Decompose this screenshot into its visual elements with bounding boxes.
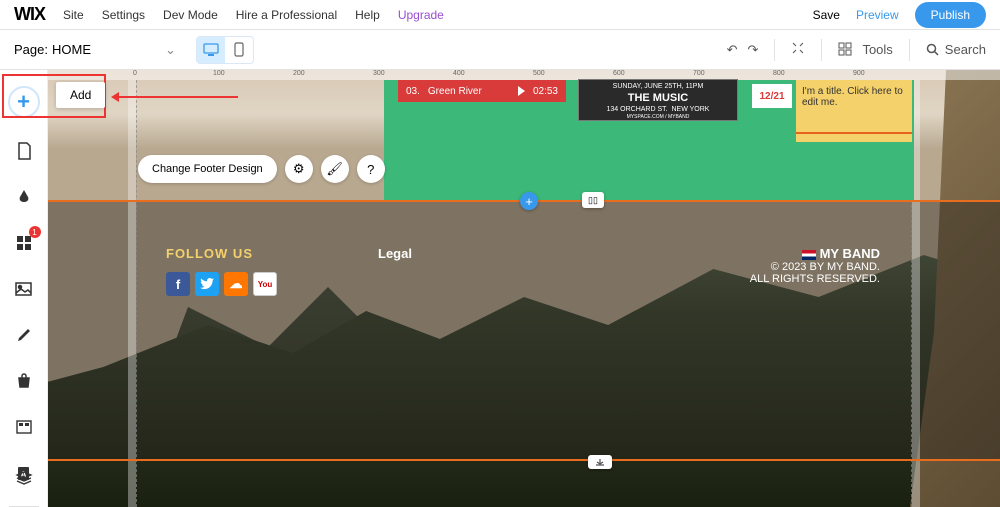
expand-section-button[interactable]	[588, 455, 612, 469]
track-time: 02:53	[533, 86, 558, 97]
page-label: Page:	[14, 42, 48, 57]
media-icon[interactable]	[11, 276, 37, 302]
add-tooltip: Add	[56, 82, 105, 108]
section-divider[interactable]	[48, 459, 1000, 461]
menu-hire[interactable]: Hire a Professional	[236, 8, 337, 22]
blog-icon[interactable]	[11, 322, 37, 348]
add-section-button[interactable]: +	[520, 192, 538, 210]
band-info[interactable]: MY BAND © 2023 BY MY BAND. ALL RIGHTS RE…	[750, 246, 880, 285]
band-name: MY BAND	[820, 246, 880, 261]
menu-site[interactable]: Site	[63, 8, 84, 22]
device-switcher	[196, 36, 254, 64]
menu-help[interactable]: Help	[355, 8, 380, 22]
soundcloud-icon[interactable]: ☁	[224, 272, 248, 296]
top-menu: Site Settings Dev Mode Hire a Profession…	[63, 8, 444, 22]
track-number: 03.	[406, 86, 420, 97]
accent-line	[796, 132, 912, 134]
pages-icon[interactable]	[11, 138, 37, 164]
vertical-ruler-left	[128, 80, 136, 507]
undo-button[interactable]: ↶	[727, 42, 738, 58]
venue-day: SUNDAY, JUNE 25TH, 11PM	[579, 82, 737, 91]
layers-icon[interactable]	[11, 465, 37, 491]
search-button[interactable]: Search	[926, 42, 986, 57]
separator	[909, 39, 910, 61]
wix-logo[interactable]: WIX	[14, 4, 45, 25]
track-name: Green River	[428, 86, 482, 97]
preview-button[interactable]: Preview	[856, 8, 899, 22]
toolbar-right: ↶ ↷ Tools Search	[727, 39, 986, 61]
menu-settings[interactable]: Settings	[102, 8, 145, 22]
apps-badge: 1	[29, 226, 41, 238]
horizontal-ruler: 0 100 200 300 400 500 600 700 800 900	[48, 70, 1000, 80]
settings-button[interactable]: ⚙	[285, 155, 313, 183]
save-button[interactable]: Save	[813, 8, 840, 22]
change-footer-design-button[interactable]: Change Footer Design	[138, 155, 277, 183]
social-icons: f ☁ You	[166, 272, 277, 296]
toolbar: Page: HOME ⌄ ↶ ↷ Tools Search	[0, 30, 1000, 70]
copyright: © 2023 BY MY BAND.	[750, 261, 880, 273]
venue-name: THE MUSIC	[579, 91, 737, 105]
element-toolbar: Change Footer Design ⚙ 🖌 ?	[138, 154, 385, 184]
chevron-down-icon: ⌄	[165, 42, 176, 58]
legal-heading[interactable]: Legal	[378, 246, 412, 261]
flag-icon	[802, 250, 816, 260]
guide-line[interactable]	[136, 80, 137, 507]
left-sidebar: + 1 A	[0, 70, 48, 507]
twitter-icon[interactable]	[195, 272, 219, 296]
rights: ALL RIGHTS RESERVED.	[750, 273, 880, 285]
design-button[interactable]: 🖌	[321, 155, 349, 183]
page-name: HOME	[52, 42, 91, 57]
menu-upgrade[interactable]: Upgrade	[398, 8, 444, 22]
help-button[interactable]: ?	[357, 155, 385, 183]
carousel-indicator[interactable]: ▯▯	[582, 192, 604, 208]
design-icon[interactable]	[11, 184, 37, 210]
apps-icon[interactable]: 1	[11, 230, 37, 256]
tools-button[interactable]: Tools	[838, 42, 892, 57]
venue-site: MYSPACE.COM / MYBAND	[579, 114, 737, 121]
music-track[interactable]: 03. Green River 02:53	[398, 80, 566, 102]
mobile-view-button[interactable]	[225, 37, 253, 63]
store-icon[interactable]	[11, 368, 37, 394]
top-menubar: WIX Site Settings Dev Mode Hire a Profes…	[0, 0, 1000, 30]
follow-heading[interactable]: FOLLOW US	[166, 246, 253, 261]
footer-section[interactable]	[48, 201, 1000, 461]
separator	[774, 39, 775, 61]
editor-canvas[interactable]: 0 100 200 300 400 500 600 700 800 900 03…	[48, 70, 1000, 507]
desktop-view-button[interactable]	[197, 37, 225, 63]
page-selector[interactable]: Page: HOME ⌄	[14, 42, 176, 58]
date-box[interactable]: 12/21	[752, 84, 792, 108]
sections-icon[interactable]	[11, 414, 37, 440]
publish-button[interactable]: Publish	[915, 2, 986, 28]
menu-devmode[interactable]: Dev Mode	[163, 8, 218, 22]
redo-button[interactable]: ↷	[748, 42, 759, 58]
play-icon[interactable]	[518, 86, 525, 96]
facebook-icon[interactable]: f	[166, 272, 190, 296]
youtube-icon[interactable]: You	[253, 272, 277, 296]
zoom-out-button[interactable]	[791, 41, 805, 58]
venue-card[interactable]: SUNDAY, JUNE 25TH, 11PM THE MUSIC 134 OR…	[578, 79, 738, 121]
annotation-arrow	[118, 96, 238, 98]
top-right: Save Preview Publish	[813, 2, 986, 28]
separator	[821, 39, 822, 61]
